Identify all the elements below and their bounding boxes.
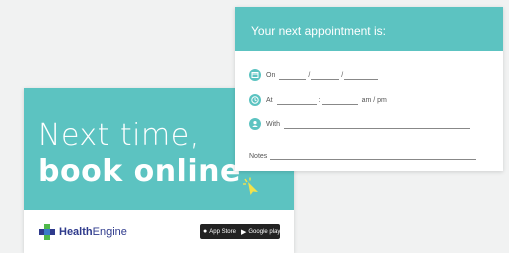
person-icon	[249, 118, 261, 130]
date-row: On / /	[249, 68, 379, 82]
play-icon: ▶	[241, 228, 247, 236]
logo-health: Health	[59, 226, 93, 238]
time-row: At : am / pm	[249, 93, 387, 107]
ampm-label: am / pm	[361, 96, 387, 104]
year-field[interactable]	[344, 71, 379, 80]
notes-field[interactable]	[270, 151, 477, 160]
headline-line2: book online	[38, 154, 241, 189]
notes-label: Notes	[249, 153, 268, 160]
google-play-label: Google play	[248, 228, 281, 235]
google-play-badge[interactable]: ▶ Google play	[238, 224, 280, 239]
app-store-label: App Store	[209, 228, 236, 235]
date-separator: /	[341, 71, 344, 79]
hour-field[interactable]	[276, 96, 317, 105]
at-label: At	[266, 96, 273, 104]
with-label: With	[266, 120, 280, 128]
minute-field[interactable]	[321, 96, 358, 105]
logo-text: HealthEngine	[59, 226, 127, 238]
with-row: With	[249, 117, 471, 131]
month-field[interactable]	[311, 71, 340, 80]
clock-icon	[249, 94, 261, 106]
appointment-title: Your next appointment is:	[251, 24, 386, 38]
health-cross-icon	[39, 224, 55, 240]
time-separator: :	[318, 96, 321, 104]
on-label: On	[266, 71, 276, 79]
healthengine-logo: HealthEngine	[38, 222, 127, 242]
notes-row: Notes	[249, 148, 477, 160]
back-banner: Your next appointment is:	[235, 7, 503, 51]
practitioner-field[interactable]	[284, 120, 470, 129]
day-field[interactable]	[279, 71, 307, 80]
cursor-icon	[243, 177, 258, 195]
logo-engine: Engine	[92, 226, 127, 238]
headline-line1: Next time,	[38, 118, 200, 153]
calendar-icon	[249, 69, 261, 81]
apple-icon: ●	[203, 228, 208, 235]
back-card: Your next appointment is: On / / At : am…	[235, 7, 503, 171]
date-separator: /	[308, 71, 311, 79]
app-store-badge[interactable]: ● App Store	[200, 224, 242, 239]
